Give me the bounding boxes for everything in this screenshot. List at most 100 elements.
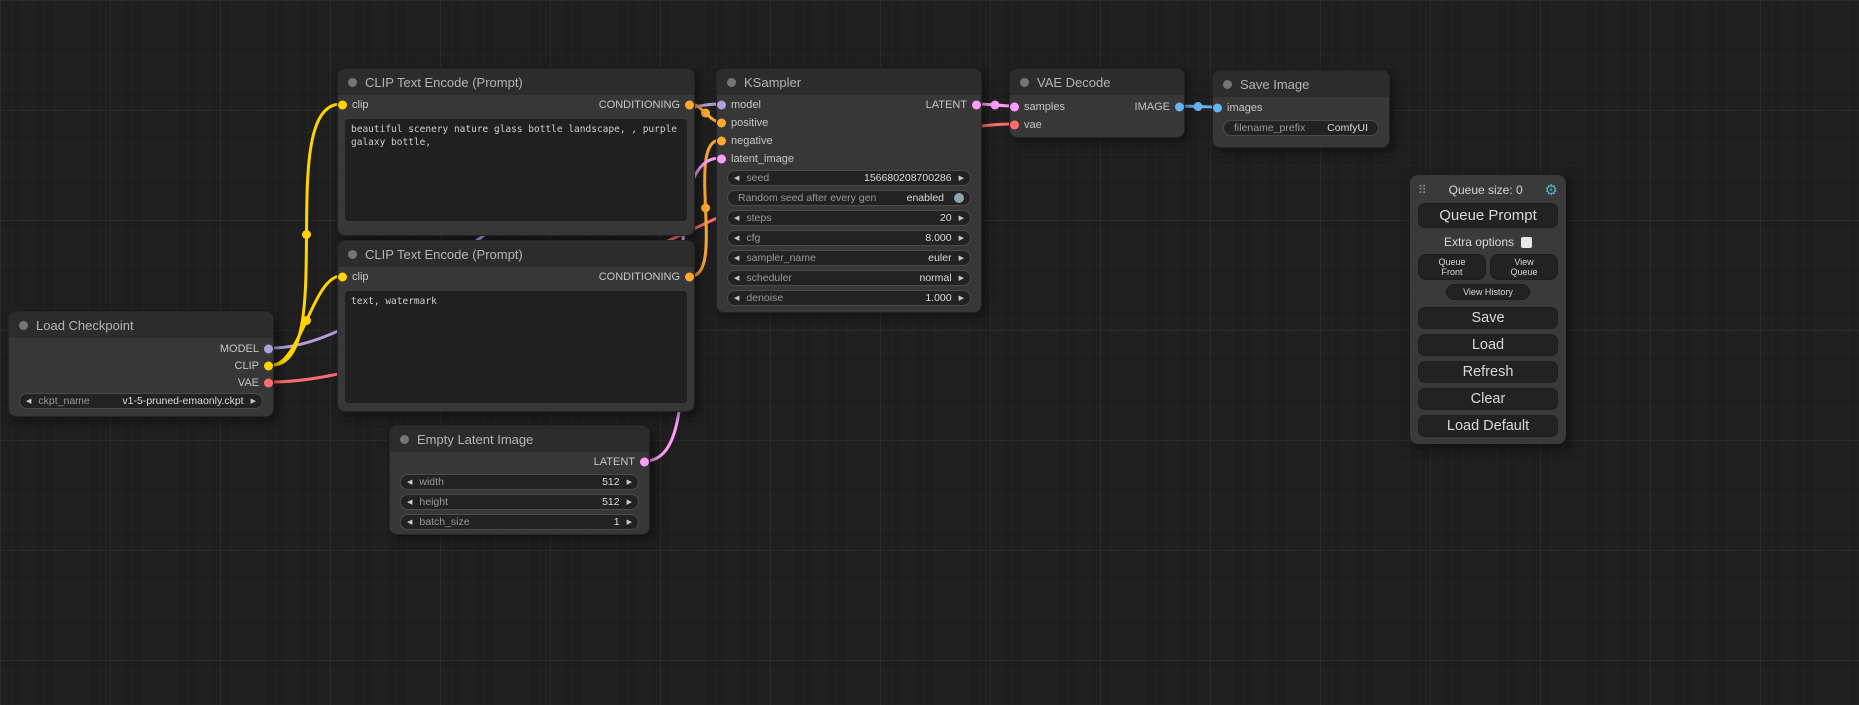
- increment-arrow-icon[interactable]: ▶: [959, 215, 964, 222]
- widget-sampler-name[interactable]: ◀ sampler_name euler ▶: [727, 250, 971, 266]
- widget-filename-prefix[interactable]: filename_prefix ComfyUI: [1223, 120, 1379, 136]
- view-queue-button[interactable]: View Queue: [1490, 254, 1558, 280]
- collapse-dot-icon[interactable]: [348, 78, 357, 87]
- node-empty-latent-image[interactable]: Empty Latent Image LATENT ◀ width 512 ▶ …: [389, 425, 650, 535]
- save-button[interactable]: Save: [1418, 307, 1558, 329]
- input-port-clip[interactable]: [338, 273, 347, 282]
- widget-scheduler[interactable]: ◀ scheduler normal ▶: [727, 270, 971, 286]
- collapse-dot-icon[interactable]: [348, 250, 357, 259]
- input-port-positive[interactable]: [717, 119, 726, 128]
- port-label: IMAGE: [1135, 101, 1170, 113]
- node-title-bar[interactable]: VAE Decode: [1010, 69, 1184, 95]
- queue-front-button[interactable]: Queue Front: [1418, 254, 1486, 280]
- output-port-model[interactable]: [264, 344, 273, 353]
- widget-label: sampler_name: [746, 252, 815, 264]
- increment-arrow-icon[interactable]: ▶: [959, 295, 964, 302]
- widget-ckpt-name[interactable]: ◀ ckpt_name v1-5-pruned-emaonly.ckpt ▶: [19, 393, 263, 409]
- widget-label: scheduler: [746, 272, 792, 284]
- input-port-latent-image[interactable]: [717, 155, 726, 164]
- decrement-arrow-icon[interactable]: ◀: [734, 215, 739, 222]
- input-port-images[interactable]: [1213, 104, 1222, 113]
- prompt-textarea[interactable]: text, watermark: [345, 291, 687, 403]
- widget-height[interactable]: ◀ height 512 ▶: [400, 494, 639, 510]
- node-vae-decode[interactable]: VAE Decode samples IMAGE vae: [1009, 68, 1185, 138]
- widget-steps[interactable]: ◀ steps 20 ▶: [727, 210, 971, 226]
- node-clip-text-encode-negative[interactable]: CLIP Text Encode (Prompt) clip CONDITION…: [337, 240, 695, 412]
- widget-width[interactable]: ◀ width 512 ▶: [400, 474, 639, 490]
- increment-arrow-icon[interactable]: ▶: [627, 519, 632, 526]
- node-title-bar[interactable]: Load Checkpoint: [9, 312, 273, 338]
- input-port-samples[interactable]: [1010, 103, 1019, 112]
- widget-value: enabled: [907, 192, 944, 204]
- node-title-bar[interactable]: KSampler: [717, 69, 981, 95]
- decrement-arrow-icon[interactable]: ◀: [407, 479, 412, 486]
- decrement-arrow-icon[interactable]: ◀: [26, 398, 31, 405]
- clear-button[interactable]: Clear: [1418, 388, 1558, 410]
- node-title-bar[interactable]: Empty Latent Image: [390, 426, 649, 452]
- widget-seed[interactable]: ◀ seed 156680208700286 ▶: [727, 170, 971, 186]
- load-button[interactable]: Load: [1418, 334, 1558, 356]
- decrement-arrow-icon[interactable]: ◀: [407, 499, 412, 506]
- extra-options-checkbox[interactable]: [1521, 237, 1532, 248]
- load-default-button[interactable]: Load Default: [1418, 415, 1558, 437]
- collapse-dot-icon[interactable]: [1223, 80, 1232, 89]
- conditioning-positive-wire-midpoint-dot: [701, 109, 710, 118]
- output-port-conditioning[interactable]: [685, 273, 694, 282]
- node-title-bar[interactable]: CLIP Text Encode (Prompt): [338, 69, 694, 95]
- output-port-vae[interactable]: [264, 378, 273, 387]
- output-port-conditioning[interactable]: [685, 101, 694, 110]
- node-ksampler[interactable]: KSampler model LATENT positive negative …: [716, 68, 982, 313]
- node-clip-text-encode-positive[interactable]: CLIP Text Encode (Prompt) clip CONDITION…: [337, 68, 695, 236]
- widget-batch-size[interactable]: ◀ batch_size 1 ▶: [400, 514, 639, 530]
- collapse-dot-icon[interactable]: [400, 435, 409, 444]
- increment-arrow-icon[interactable]: ▶: [627, 499, 632, 506]
- output-port-clip[interactable]: [264, 361, 273, 370]
- decrement-arrow-icon[interactable]: ◀: [734, 295, 739, 302]
- drag-handle-icon[interactable]: ⠿: [1418, 183, 1427, 197]
- input-port-negative[interactable]: [717, 137, 726, 146]
- input-row-vae: vae: [1010, 116, 1184, 134]
- samples-wire: [977, 104, 1013, 106]
- settings-gear-icon[interactable]: ⚙: [1545, 183, 1558, 198]
- widget-random-seed-toggle[interactable]: Random seed after every gen enabled: [727, 190, 971, 206]
- collapse-dot-icon[interactable]: [19, 321, 28, 330]
- input-port-vae[interactable]: [1010, 121, 1019, 130]
- prompt-textarea[interactable]: beautiful scenery nature glass bottle la…: [345, 119, 687, 221]
- port-label: CONDITIONING: [599, 99, 680, 111]
- decrement-arrow-icon[interactable]: ◀: [734, 175, 739, 182]
- decrement-arrow-icon[interactable]: ◀: [734, 275, 739, 282]
- toggle-knob-icon[interactable]: [954, 193, 964, 203]
- decrement-arrow-icon[interactable]: ◀: [407, 519, 412, 526]
- widget-label: denoise: [746, 292, 783, 304]
- increment-arrow-icon[interactable]: ▶: [959, 255, 964, 262]
- increment-arrow-icon[interactable]: ▶: [627, 479, 632, 486]
- node-title-bar[interactable]: CLIP Text Encode (Prompt): [338, 241, 694, 267]
- node-save-image[interactable]: Save Image images filename_prefix ComfyU…: [1212, 70, 1390, 148]
- node-title-bar[interactable]: Save Image: [1213, 71, 1389, 97]
- widget-cfg[interactable]: ◀ cfg 8.000 ▶: [727, 230, 971, 246]
- node-load-checkpoint[interactable]: Load Checkpoint MODEL CLIP VAE ◀ ckpt_na…: [8, 311, 274, 417]
- refresh-button[interactable]: Refresh: [1418, 361, 1558, 383]
- output-port-latent[interactable]: [972, 101, 981, 110]
- graph-canvas[interactable]: Load Checkpoint MODEL CLIP VAE ◀ ckpt_na…: [0, 0, 1859, 705]
- view-history-button[interactable]: View History: [1446, 284, 1530, 300]
- decrement-arrow-icon[interactable]: ◀: [734, 255, 739, 262]
- clip-negative-wire-midpoint-dot: [302, 316, 311, 325]
- port-row-samples-image: samples IMAGE: [1010, 98, 1184, 116]
- queue-menu-panel[interactable]: ⠿ Queue size: 0 ⚙ Queue Prompt Extra opt…: [1410, 175, 1566, 444]
- output-port-image[interactable]: [1175, 103, 1184, 112]
- queue-prompt-button[interactable]: Queue Prompt: [1418, 203, 1558, 228]
- increment-arrow-icon[interactable]: ▶: [959, 275, 964, 282]
- increment-arrow-icon[interactable]: ▶: [251, 398, 256, 405]
- collapse-dot-icon[interactable]: [1020, 78, 1029, 87]
- node-title: Empty Latent Image: [417, 432, 533, 447]
- input-port-clip[interactable]: [338, 101, 347, 110]
- decrement-arrow-icon[interactable]: ◀: [734, 235, 739, 242]
- increment-arrow-icon[interactable]: ▶: [959, 175, 964, 182]
- output-port-latent[interactable]: [640, 458, 649, 467]
- clip-negative-wire: [272, 276, 341, 365]
- widget-denoise[interactable]: ◀ denoise 1.000 ▶: [727, 290, 971, 306]
- increment-arrow-icon[interactable]: ▶: [959, 235, 964, 242]
- collapse-dot-icon[interactable]: [727, 78, 736, 87]
- input-port-model[interactable]: [717, 101, 726, 110]
